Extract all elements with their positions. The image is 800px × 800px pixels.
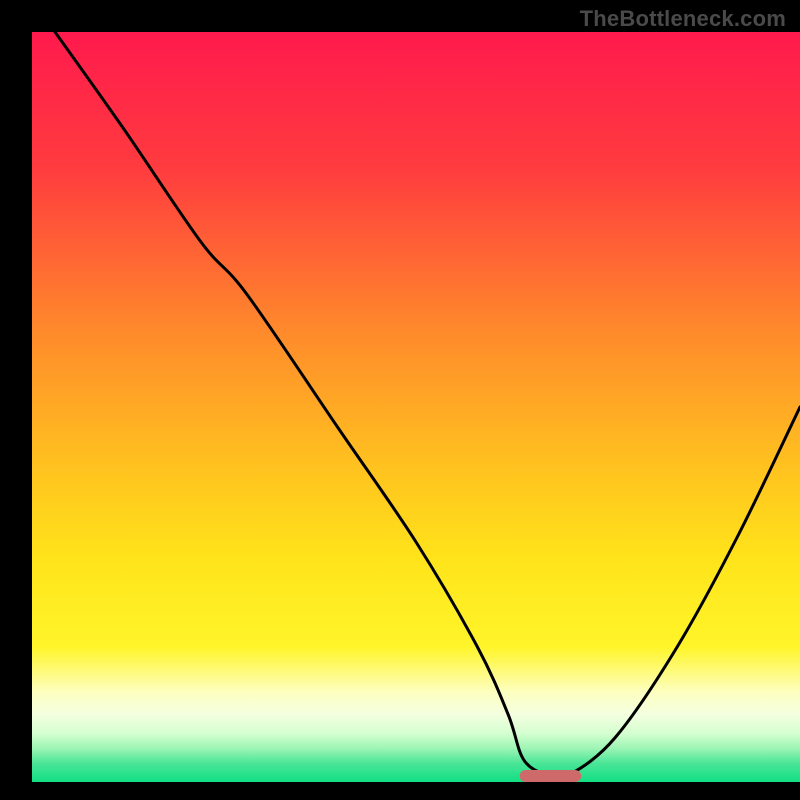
- watermark-text: TheBottleneck.com: [580, 6, 786, 32]
- bottleneck-chart: [0, 0, 800, 800]
- gradient-background: [32, 32, 800, 782]
- optimal-range-marker: [520, 770, 581, 782]
- chart-root: TheBottleneck.com: [0, 0, 800, 800]
- plot-area: [32, 32, 800, 782]
